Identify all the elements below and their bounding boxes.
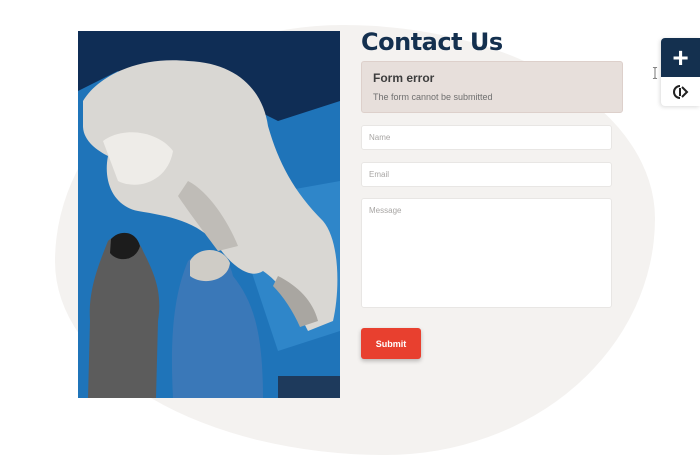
plus-icon[interactable]: + <box>661 38 700 77</box>
page-title: Contact Us <box>361 28 503 56</box>
text-cursor-icon <box>652 67 658 79</box>
name-field[interactable] <box>361 125 612 150</box>
side-widget: + <box>661 38 700 106</box>
hero-photo <box>78 31 340 398</box>
alert-message: The form cannot be submitted <box>373 92 493 102</box>
alert-title: Form error <box>373 71 435 85</box>
message-field[interactable] <box>361 198 612 308</box>
accessibility-icon[interactable] <box>661 77 700 106</box>
form-error-alert: Form error The form cannot be submitted <box>361 61 623 113</box>
submit-button[interactable]: Submit <box>361 328 421 359</box>
email-field[interactable] <box>361 162 612 187</box>
